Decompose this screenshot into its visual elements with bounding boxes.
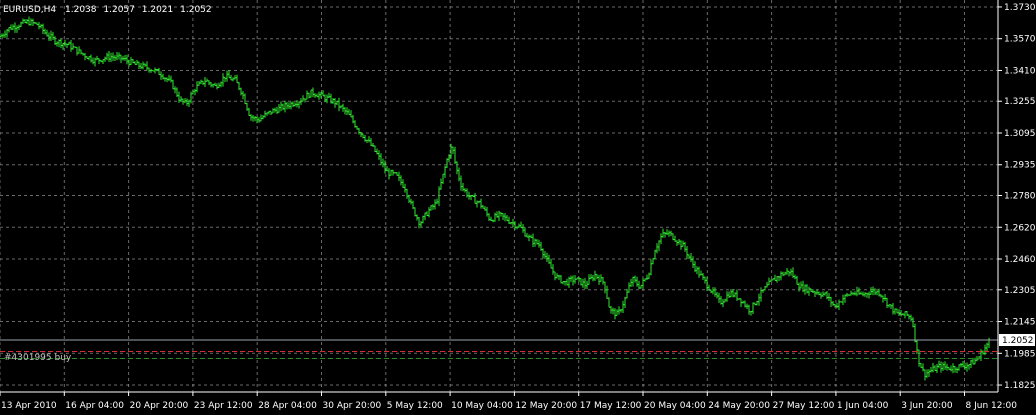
x-tick-label: 5 May 12:00 <box>387 401 443 411</box>
x-tick-label: 20 Apr 20:00 <box>130 401 189 411</box>
y-tick-label: 1.2145 <box>1004 318 1036 328</box>
x-tick-label: 3 Jun 20:00 <box>901 401 953 411</box>
close-value: 1.2052 <box>180 5 212 15</box>
y-tick-label: 1.3255 <box>1004 97 1036 107</box>
y-tick-label: 1.3410 <box>1004 66 1036 76</box>
high-value: 1.2057 <box>103 5 135 15</box>
symbol-header: EURUSD,H4 1.2038 1.2057 1.2021 1.2052 <box>3 5 212 15</box>
y-tick-label: 1.3570 <box>1004 35 1036 45</box>
y-tick-label: 1.1985 <box>1004 349 1036 359</box>
x-tick-label: 10 May 04:00 <box>451 401 513 411</box>
chart-canvas[interactable]: 1.2052 1.3730 1.3570 1.3410 1.3255 1.3095 1.2… <box>0 0 1036 411</box>
y-tick-label: 1.2620 <box>1004 223 1036 233</box>
current-price-label: 1.2052 <box>1002 336 1034 346</box>
y-tick-label: 1.3095 <box>1004 129 1036 139</box>
x-tick-label: 17 May 12:00 <box>580 401 642 411</box>
x-tick-label: 28 Apr 04:00 <box>258 401 317 411</box>
chart-background <box>0 0 1036 411</box>
x-tick-label: 24 May 20:00 <box>708 401 770 411</box>
x-tick-label: 12 May 20:00 <box>515 401 577 411</box>
x-tick-label: 30 Apr 20:00 <box>323 401 382 411</box>
y-tick-label: 1.3730 <box>1004 3 1036 13</box>
price-chart[interactable]: 1.2052 1.3730 1.3570 1.3410 1.3255 1.3095 1.2… <box>0 0 1036 411</box>
x-tick-label: 8 Jun 12:00 <box>966 401 1018 411</box>
x-tick-label: 20 May 04:00 <box>644 401 706 411</box>
x-tick-label: 1 Jun 04:00 <box>837 401 889 411</box>
y-tick-label: 1.2780 <box>1004 192 1036 202</box>
x-tick-label: 27 May 12:00 <box>773 401 835 411</box>
y-tick-label: 1.2305 <box>1004 286 1036 296</box>
y-tick-label: 1.2460 <box>1004 255 1036 265</box>
x-tick-label: 23 Apr 12:00 <box>194 401 253 411</box>
order-line-label[interactable]: #4301995 buy <box>4 353 72 363</box>
y-tick-label: 1.2935 <box>1004 161 1036 171</box>
x-tick-label: 16 Apr 04:00 <box>65 401 124 411</box>
open-value: 1.2038 <box>65 5 97 15</box>
y-tick-label: 1.1825 <box>1004 381 1036 391</box>
low-value: 1.2021 <box>142 5 174 15</box>
x-tick-label: 13 Apr 2010 <box>1 401 57 411</box>
symbol-label: EURUSD,H4 <box>3 5 56 15</box>
